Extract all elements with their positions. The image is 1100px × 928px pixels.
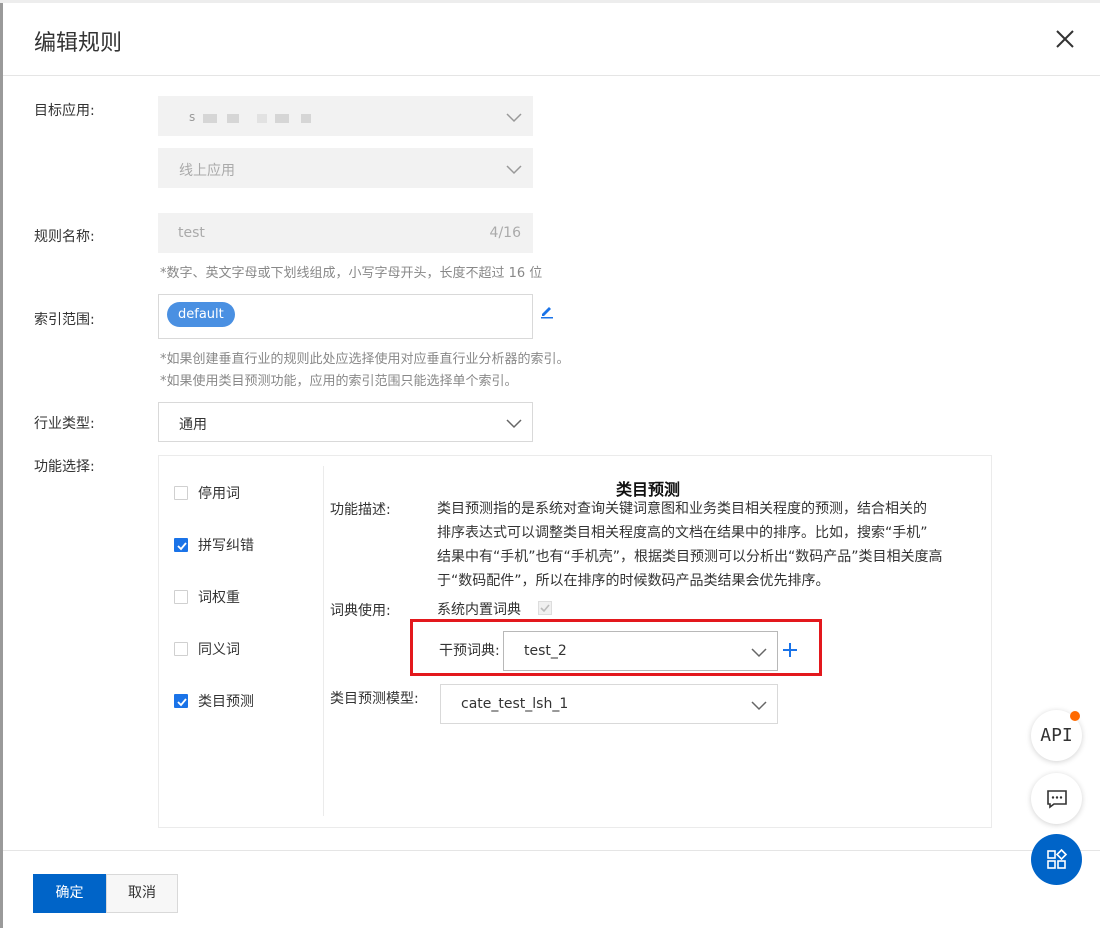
confirm-button[interactable]: 确定 bbox=[33, 874, 106, 913]
checkbox-checked[interactable] bbox=[174, 538, 188, 552]
index-tag[interactable]: default bbox=[167, 302, 235, 327]
checkbox-checked[interactable] bbox=[174, 694, 188, 708]
feature-label: 拼写纠错 bbox=[198, 538, 254, 554]
chat-button[interactable] bbox=[1031, 773, 1082, 824]
env-select-value: 线上应用 bbox=[179, 163, 235, 179]
desc-label: 功能描述: bbox=[330, 502, 391, 518]
feature-label: 词权重 bbox=[198, 590, 240, 606]
desc-line: 于“数码配件”，所以在排序的时候数码产品类结果会优先排序。 bbox=[437, 573, 830, 589]
checkbox[interactable] bbox=[174, 486, 188, 500]
intervene-dict-value: test_2 bbox=[524, 643, 567, 659]
apps-icon bbox=[1047, 848, 1068, 869]
feature-label: 同义词 bbox=[198, 642, 240, 658]
add-dict-icon[interactable] bbox=[780, 640, 800, 660]
features-label: 功能选择: bbox=[34, 459, 95, 475]
apps-button[interactable] bbox=[1031, 834, 1082, 885]
dialog-header: 编辑规则 bbox=[3, 3, 1100, 76]
desc-line: 结果中有“手机”也有“手机壳”，根据类目预测可以分析出“数码产品”类目相关度高 bbox=[437, 549, 943, 565]
model-select[interactable]: cate_test_lsh_1 bbox=[440, 684, 778, 724]
rule-name-hint: *数字、英文字母或下划线组成，小写字母开头，长度不超过 16 位 bbox=[160, 266, 543, 281]
rule-name-counter: 4/16 bbox=[489, 225, 521, 241]
edit-icon[interactable] bbox=[539, 303, 555, 319]
index-scope-label: 索引范围: bbox=[34, 312, 95, 328]
chevron-down-icon bbox=[506, 419, 522, 429]
intervene-dict-select[interactable]: test_2 bbox=[503, 631, 778, 671]
rule-name-label: 规则名称: bbox=[34, 229, 95, 245]
index-scope-hint-1: *如果创建垂直行业的规则此处应选择使用对应垂直行业分析器的索引。 bbox=[160, 352, 570, 367]
chevron-down-icon bbox=[751, 701, 767, 711]
notification-dot bbox=[1070, 711, 1080, 721]
index-scope-hint-2: *如果使用类目预测功能，应用的索引范围只能选择单个索引。 bbox=[160, 374, 518, 389]
system-dict-checkbox bbox=[538, 601, 552, 615]
index-scope-tagbox[interactable]: default bbox=[158, 294, 533, 339]
checkbox[interactable] bbox=[174, 590, 188, 604]
checkbox[interactable] bbox=[174, 642, 188, 656]
cancel-button[interactable]: 取消 bbox=[106, 874, 178, 913]
rule-name-value: test bbox=[178, 225, 205, 241]
industry-type-select[interactable]: 通用 bbox=[158, 402, 533, 442]
industry-type-label: 行业类型: bbox=[34, 416, 95, 432]
target-app-label: 目标应用: bbox=[34, 103, 95, 119]
chevron-down-icon bbox=[506, 113, 522, 123]
feature-description: 类目预测指的是系统对查询关键词意图和业务类目相关程度的预测，结合相关的 排序表达… bbox=[437, 497, 977, 593]
system-dict-label: 系统内置词典 bbox=[437, 602, 521, 618]
env-select[interactable]: 线上应用 bbox=[158, 148, 533, 188]
feature-label: 停用词 bbox=[198, 486, 240, 502]
feature-divider bbox=[323, 466, 324, 816]
dialog-title: 编辑规则 bbox=[34, 31, 123, 56]
desc-line: 类目预测指的是系统对查询关键词意图和业务类目相关程度的预测，结合相关的 bbox=[437, 501, 927, 517]
feature-label: 类目预测 bbox=[198, 694, 254, 710]
industry-type-value: 通用 bbox=[179, 417, 207, 433]
chevron-down-icon bbox=[751, 648, 767, 658]
chevron-down-icon bbox=[506, 165, 522, 175]
dict-label: 词典使用: bbox=[330, 603, 391, 619]
desc-line: 排序表达式可以调整类目相关程度高的文档在结果中的排序。比如，搜索“手机” bbox=[437, 525, 928, 541]
model-value: cate_test_lsh_1 bbox=[461, 696, 569, 712]
chat-icon bbox=[1047, 790, 1067, 809]
window-edge-left bbox=[0, 0, 3, 928]
model-label: 类目预测模型: bbox=[330, 691, 419, 707]
rule-name-input[interactable]: test 4/16 bbox=[158, 213, 533, 253]
close-icon[interactable] bbox=[1053, 27, 1077, 51]
footer-divider bbox=[3, 850, 1100, 851]
target-app-select[interactable]: s bbox=[158, 96, 533, 136]
app-name-blurred: s bbox=[189, 110, 339, 124]
intervene-dict-label: 干预词典: bbox=[439, 643, 500, 659]
